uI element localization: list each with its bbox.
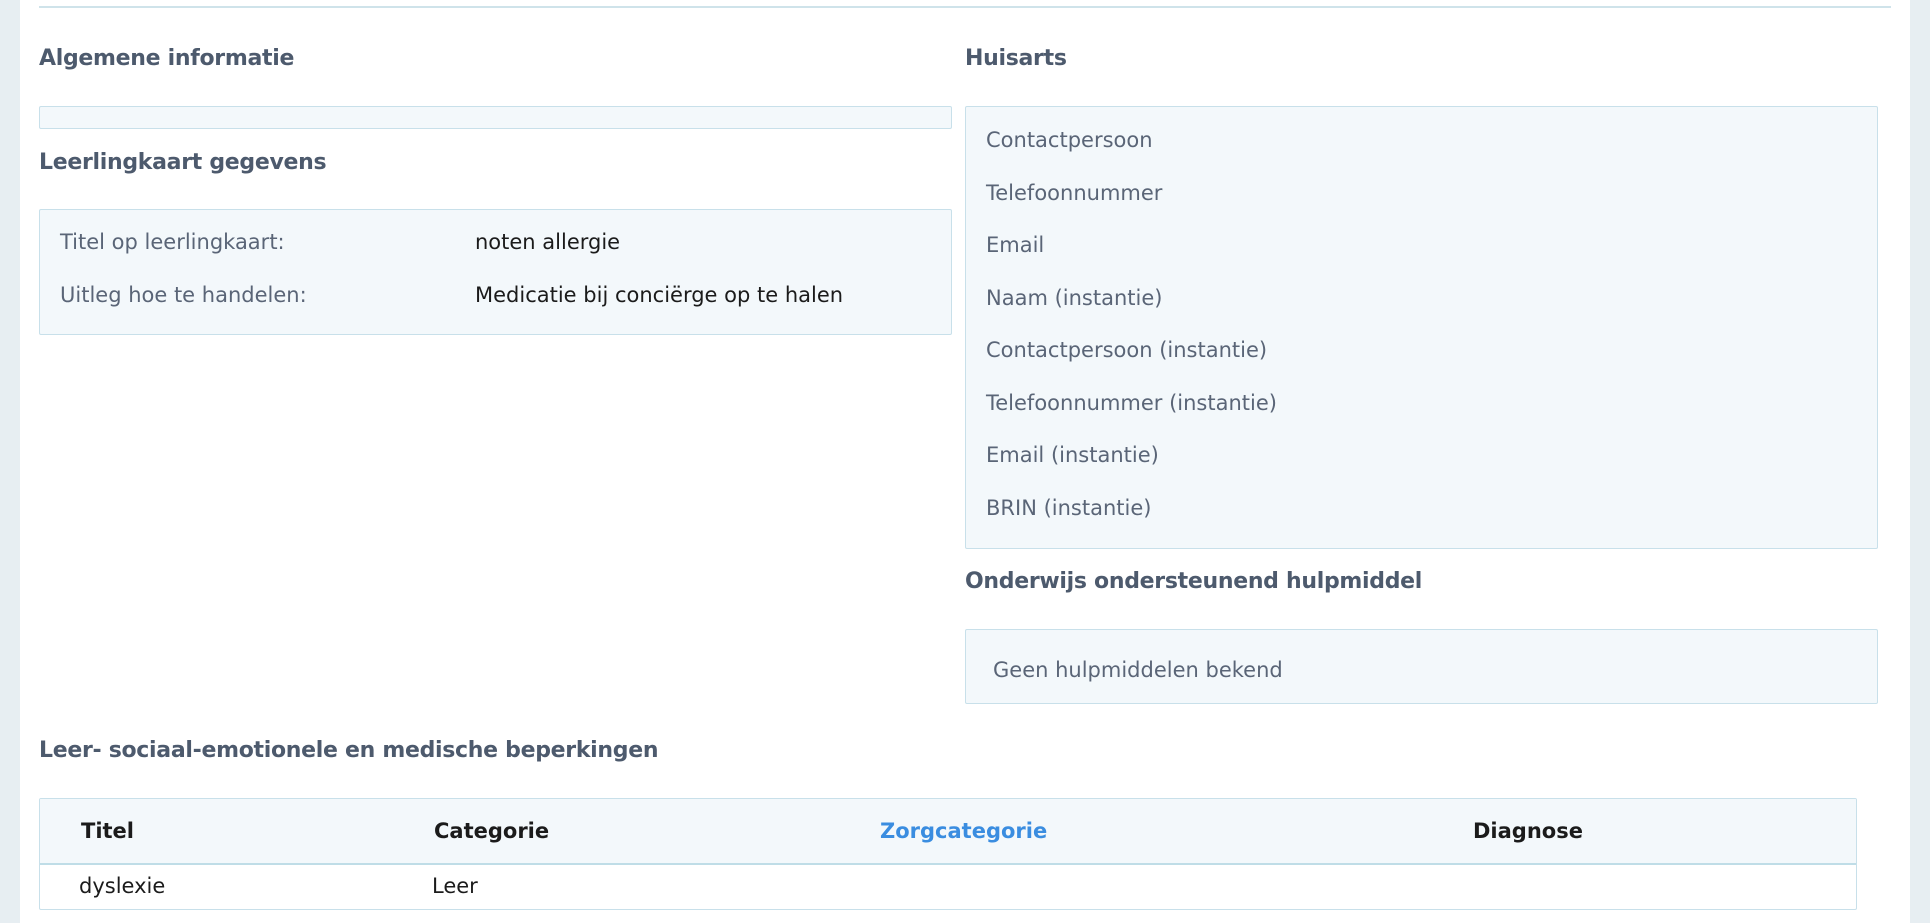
huisarts-item-naam-instantie: Naam (instantie) xyxy=(986,286,1163,310)
general-info-title: Algemene informatie xyxy=(39,46,295,71)
column-header-zorgcategorie[interactable]: Zorgcategorie xyxy=(880,819,1047,843)
column-header-categorie: Categorie xyxy=(434,819,550,843)
leerlingkaart-instructions-value: Medicatie bij conciërge op te halen xyxy=(475,283,844,307)
huisarts-item-telefoonnummer-instantie: Telefoonnummer (instantie) xyxy=(986,391,1277,415)
hulpmiddel-box: Geen hulpmiddelen bekend xyxy=(965,629,1878,704)
column-header-diagnose: Diagnose xyxy=(1473,819,1583,843)
huisarts-title: Huisarts xyxy=(965,46,1067,71)
leerlingkaart-box: Titel op leerlingkaart: noten allergie U… xyxy=(39,209,952,335)
beperkingen-table: Titel Categorie Zorgcategorie Diagnose d… xyxy=(39,798,1857,910)
table-header: Titel Categorie Zorgcategorie Diagnose xyxy=(40,799,1856,865)
huisarts-item-email: Email xyxy=(986,233,1045,257)
leerlingkaart-title: Leerlingkaart gegevens xyxy=(39,150,327,175)
huisarts-item-email-instantie: Email (instantie) xyxy=(986,443,1159,467)
leerlingkaart-title-label: Titel op leerlingkaart: xyxy=(60,230,285,254)
leerlingkaart-title-value: noten allergie xyxy=(475,230,621,254)
beperkingen-title: Leer- sociaal-emotionele en medische bep… xyxy=(39,738,659,763)
hulpmiddel-title: Onderwijs ondersteunend hulpmiddel xyxy=(965,569,1423,594)
column-header-titel: Titel xyxy=(81,819,135,843)
cell-categorie: Leer xyxy=(432,874,478,898)
hulpmiddel-empty-text: Geen hulpmiddelen bekend xyxy=(993,658,1283,682)
huisarts-item-telefoonnummer: Telefoonnummer xyxy=(986,181,1163,205)
cell-titel: dyslexie xyxy=(79,874,166,898)
huisarts-box: Contactpersoon Telefoonnummer Email Naam… xyxy=(965,106,1878,549)
leerlingkaart-instructions-label: Uitleg hoe te handelen: xyxy=(60,283,307,307)
huisarts-item-contactpersoon: Contactpersoon xyxy=(986,128,1153,152)
table-row: dyslexie Leer xyxy=(40,865,1856,909)
huisarts-item-brin-instantie: BRIN (instantie) xyxy=(986,496,1152,520)
huisarts-item-contactpersoon-instantie: Contactpersoon (instantie) xyxy=(986,338,1268,362)
top-divider xyxy=(39,6,1891,8)
content-panel: Algemene informatie Leerlingkaart gegeve… xyxy=(20,0,1910,923)
general-info-box xyxy=(39,106,952,129)
